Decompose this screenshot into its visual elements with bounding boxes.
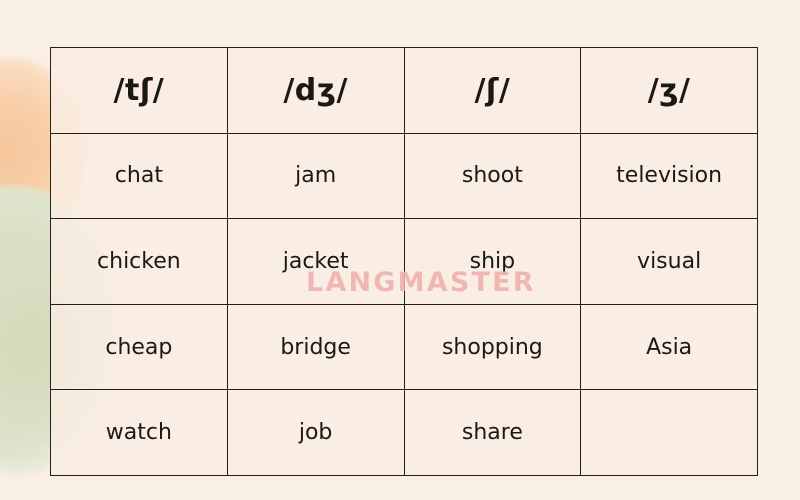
pronunciation-word-table: /tʃ/ /dʒ/ /ʃ/ /ʒ/ chat jam shoot televis… — [50, 47, 758, 476]
word-cell-r3c1: job — [226, 389, 405, 476]
word-cell-r2c2: shopping — [403, 303, 582, 391]
table-row: watch job share — [50, 389, 758, 476]
word-cell-r3c2: share — [403, 389, 582, 476]
table-row: chat jam shoot television — [50, 132, 758, 220]
word-cell-r0c0: chat — [50, 132, 228, 220]
word-cell-r0c3: television — [580, 132, 758, 220]
word-cell-r2c3: Asia — [580, 303, 758, 391]
column-header-tsh: /tʃ/ — [50, 47, 228, 134]
column-header-dzh: /dʒ/ — [226, 47, 405, 134]
table-row: cheap bridge shopping Asia — [50, 303, 758, 391]
pronunciation-chart-canvas: /tʃ/ /dʒ/ /ʃ/ /ʒ/ chat jam shoot televis… — [0, 0, 800, 500]
word-cell-r1c3: visual — [580, 218, 758, 305]
column-header-zh: /ʒ/ — [580, 47, 758, 134]
table-row: chicken jacket ship visual — [50, 218, 758, 305]
word-cell-r2c0: cheap — [50, 303, 228, 391]
word-cell-r1c1: jacket — [226, 218, 405, 305]
table-header-row: /tʃ/ /dʒ/ /ʃ/ /ʒ/ — [50, 47, 758, 134]
word-cell-r2c1: bridge — [226, 303, 405, 391]
word-cell-r1c2: ship — [403, 218, 582, 305]
word-cell-r1c0: chicken — [50, 218, 228, 305]
word-cell-r3c3-empty — [580, 389, 758, 476]
word-cell-r0c1: jam — [226, 132, 405, 220]
word-cell-r3c0: watch — [50, 389, 228, 476]
word-cell-r0c2: shoot — [403, 132, 582, 220]
column-header-sh: /ʃ/ — [403, 47, 582, 134]
